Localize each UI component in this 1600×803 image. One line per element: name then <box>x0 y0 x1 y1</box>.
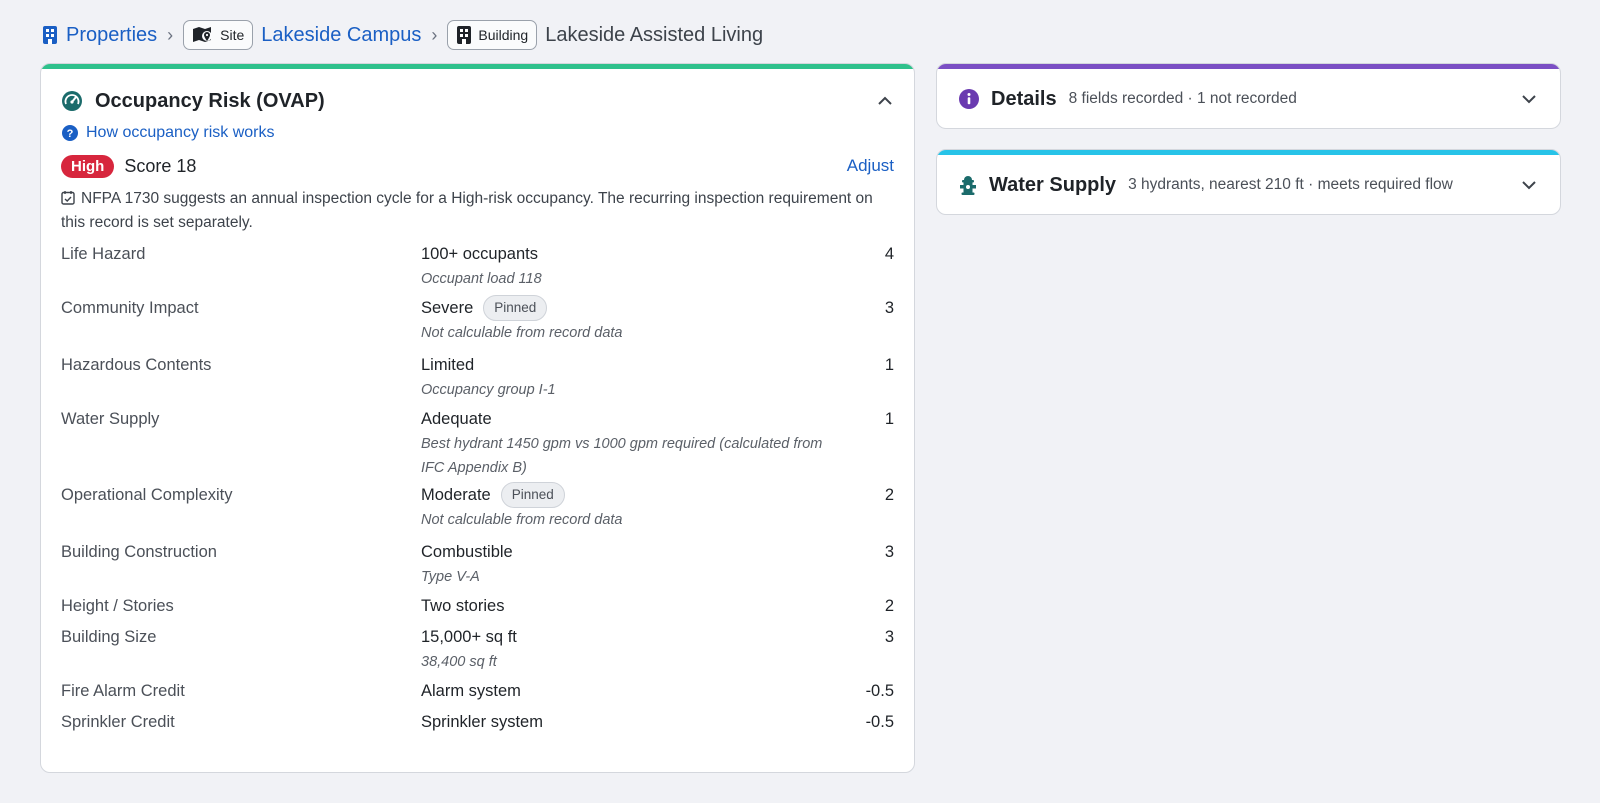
occupancy-risk-header[interactable]: Occupancy Risk (OVAP) <box>41 69 914 119</box>
building-icon <box>457 26 472 44</box>
factor-detail: Occupancy group I-1 <box>421 382 556 398</box>
factor-value: Two stories <box>421 597 505 615</box>
details-summary: 8 fields recorded · 1 not recorded <box>1068 90 1297 107</box>
factor-label: Fire Alarm Credit <box>61 682 185 700</box>
factor-label: Life Hazard <box>61 245 146 263</box>
how-risk-works-label: How occupancy risk works <box>86 124 275 141</box>
risk-factor-row: Life Hazard 100+ occupants Occupant load… <box>61 239 894 293</box>
risk-factor-row: Hazardous Contents Limited Occupancy gro… <box>61 350 894 404</box>
factor-label: Hazardous Contents <box>61 356 212 374</box>
occupancy-risk-card: Occupancy Risk (OVAP) ? How occupancy ri… <box>40 63 915 773</box>
risk-score: Score 18 <box>124 155 197 176</box>
factor-detail: Best hydrant 1450 gpm vs 1000 gpm requir… <box>421 436 823 476</box>
factor-detail: Type V-A <box>421 569 480 585</box>
risk-factor-row: Sprinkler Credit Sprinkler system -0.5 <box>61 707 894 738</box>
factor-score: 3 <box>884 543 894 561</box>
inspection-note: NFPA 1730 suggests an annual inspection … <box>41 181 914 239</box>
page: Properties › Site Lakeside Campus › Buil… <box>0 0 1600 803</box>
how-risk-works-link[interactable]: ? How occupancy risk works <box>41 119 914 145</box>
building-chip: Building <box>447 20 538 50</box>
site-chip: Site <box>183 20 254 50</box>
inspection-note-text: NFPA 1730 suggests an annual inspection … <box>61 190 873 231</box>
factor-value: Sprinkler system <box>421 713 543 731</box>
breadcrumb-separator: › <box>431 24 438 45</box>
chevron-up-icon[interactable] <box>876 92 894 110</box>
factor-value: Limited <box>421 356 475 374</box>
risk-factor-row: Water Supply Adequate Best hydrant 1450 … <box>61 404 894 480</box>
factor-score: 2 <box>884 486 894 504</box>
svg-text:?: ? <box>67 128 74 140</box>
factor-score: 3 <box>884 299 894 317</box>
gauge-icon <box>62 91 82 111</box>
water-supply-header[interactable]: Water Supply 3 hydrants, nearest 210 ft … <box>937 155 1560 214</box>
building-chip-label: Building <box>478 27 529 43</box>
water-supply-title: Water Supply <box>989 173 1117 196</box>
factor-score: 4 <box>884 245 894 263</box>
map-pin-icon <box>193 27 213 42</box>
info-circle-icon <box>959 89 979 109</box>
factor-score: 2 <box>884 597 894 615</box>
details-card: Details 8 fields recorded · 1 not record… <box>936 63 1561 129</box>
hydrant-icon <box>960 176 976 195</box>
adjust-button[interactable]: Adjust <box>847 156 894 176</box>
details-title: Details <box>991 87 1057 110</box>
water-supply-summary: 3 hydrants, nearest 210 ft · meets requi… <box>1128 176 1453 193</box>
factor-value: Severe <box>421 299 474 317</box>
risk-factor-row: Height / Stories Two stories 2 <box>61 591 894 622</box>
building-icon <box>43 26 57 44</box>
risk-factor-row: Community Impact Severe Pinned Not calcu… <box>61 293 894 350</box>
factor-value: 100+ occupants <box>421 245 538 263</box>
pinned-badge: Pinned <box>500 482 565 508</box>
factor-label: Sprinkler Credit <box>61 713 175 731</box>
risk-factor-row: Fire Alarm Credit Alarm system -0.5 <box>61 676 894 707</box>
factor-label: Water Supply <box>61 410 160 428</box>
factor-detail: Occupant load 118 <box>421 271 542 287</box>
chevron-down-icon[interactable] <box>1520 176 1538 194</box>
question-circle-icon: ? <box>62 125 78 141</box>
risk-level-badge: High <box>61 154 115 178</box>
breadcrumb-current: Lakeside Assisted Living <box>545 23 764 46</box>
factor-score: -0.5 <box>865 713 894 731</box>
risk-factor-list: Life Hazard 100+ occupants Occupant load… <box>41 239 914 738</box>
factor-score: 1 <box>884 410 894 428</box>
breadcrumb: Properties › Site Lakeside Campus › Buil… <box>42 18 763 52</box>
factor-label: Operational Complexity <box>61 486 233 504</box>
score-row: High Score 18 Adjust <box>41 145 914 181</box>
water-supply-card: Water Supply 3 hydrants, nearest 210 ft … <box>936 149 1561 215</box>
breadcrumb-properties-label: Properties <box>66 23 158 46</box>
factor-label: Community Impact <box>61 299 199 317</box>
factor-label: Height / Stories <box>61 597 174 615</box>
breadcrumb-separator: › <box>167 24 174 45</box>
details-header[interactable]: Details 8 fields recorded · 1 not record… <box>937 69 1560 128</box>
breadcrumb-site-link[interactable]: Lakeside Campus <box>261 24 421 47</box>
factor-value: Combustible <box>421 543 513 561</box>
factor-detail: Not calculable from record data <box>421 325 623 341</box>
factor-score: 3 <box>884 628 894 646</box>
factor-score: -0.5 <box>865 682 894 700</box>
factor-label: Building Size <box>61 628 157 646</box>
factor-label: Building Construction <box>61 543 217 561</box>
chevron-down-icon[interactable] <box>1520 90 1538 108</box>
factor-value: Alarm system <box>421 682 521 700</box>
calendar-check-icon <box>61 191 75 205</box>
risk-factor-row: Operational Complexity Moderate Pinned N… <box>61 480 894 537</box>
pinned-badge: Pinned <box>483 295 548 321</box>
factor-detail: 38,400 sq ft <box>421 654 497 670</box>
factor-value: Moderate <box>421 486 491 504</box>
breadcrumb-properties-link[interactable]: Properties <box>42 24 157 47</box>
factor-score: 1 <box>884 356 894 374</box>
factor-value: Adequate <box>421 410 492 428</box>
occupancy-risk-title: Occupancy Risk (OVAP) <box>95 89 325 112</box>
factor-detail: Not calculable from record data <box>421 512 623 528</box>
risk-factor-row: Building Size 15,000+ sq ft 38,400 sq ft… <box>61 622 894 676</box>
risk-factor-row: Building Construction Combustible Type V… <box>61 537 894 591</box>
site-chip-label: Site <box>220 27 245 43</box>
factor-value: 15,000+ sq ft <box>421 628 517 646</box>
